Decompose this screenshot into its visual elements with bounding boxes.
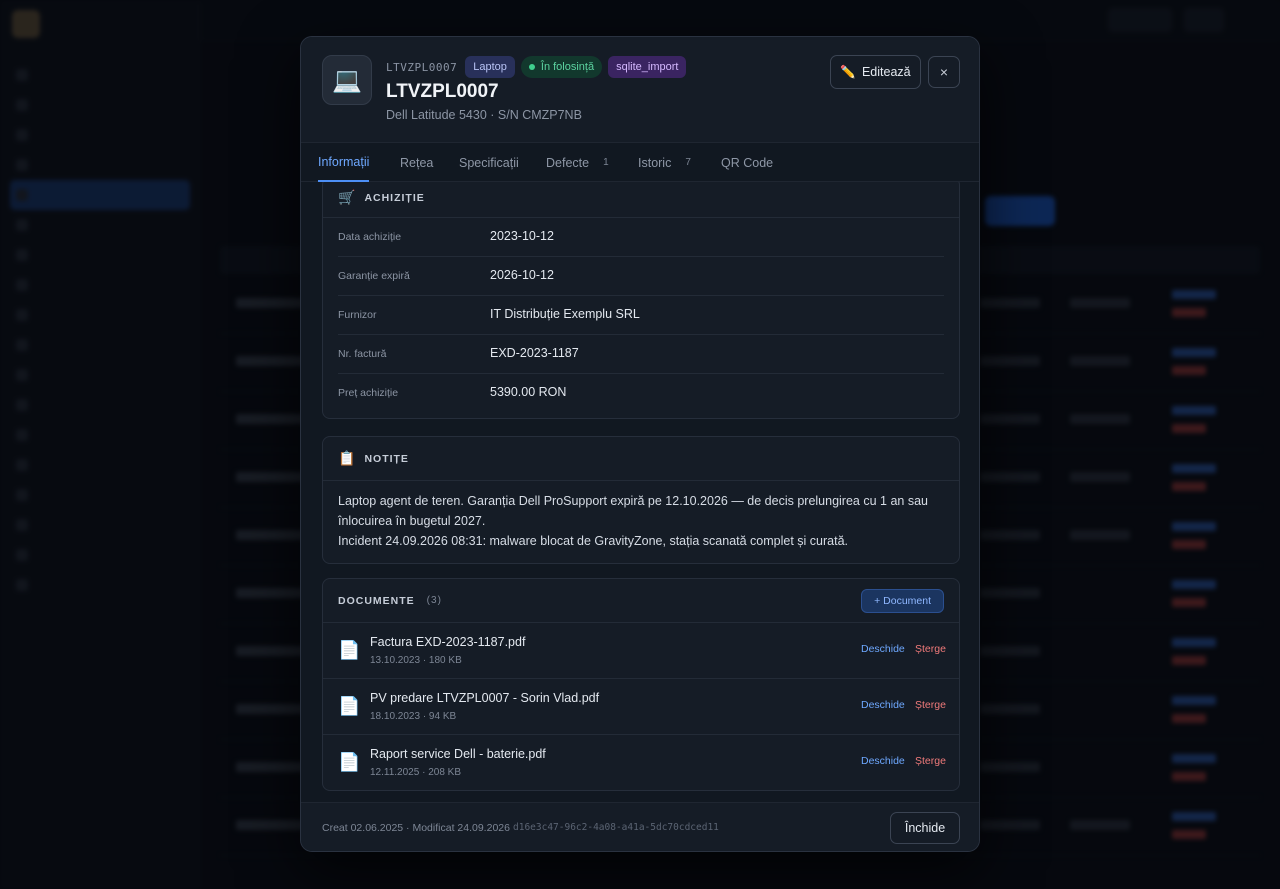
clipboard-icon: 📋 <box>338 450 357 466</box>
document-row: 📄 Raport service Dell - baterie.pdf 12.1… <box>323 735 959 790</box>
file-icon: 📄 <box>338 752 361 772</box>
kv-row: Furnizor IT Distribuție Exemplu SRL <box>338 296 944 335</box>
notes-body: Laptop agent de teren. Garanția Dell Pro… <box>323 481 959 563</box>
tab-retea[interactable]: Rețea <box>400 143 433 182</box>
cart-icon: 🛒 <box>338 189 357 205</box>
document-name: Factura EXD-2023-1187.pdf <box>370 635 526 649</box>
audit-meta: Creat 02.06.2025 · Modificat 24.09.2026 <box>322 822 510 834</box>
documents-card: DOCUMENTE (3) + Document 📄 Factura EXD-2… <box>322 578 960 791</box>
kv-value: 2023-10-12 <box>490 229 554 243</box>
status-badge-label: În folosință <box>540 61 595 73</box>
document-meta: 12.11.2025 · 208 KB <box>370 767 461 778</box>
kv-label: Nr. factură <box>338 348 387 360</box>
kv-row: Garanție expiră 2026-10-12 <box>338 257 944 296</box>
document-row: 📄 PV predare LTVZPL0007 - Sorin Vlad.pdf… <box>323 679 959 735</box>
tab-label: QR Code <box>721 155 774 170</box>
document-meta: 13.10.2023 · 180 KB <box>370 655 462 666</box>
document-name: PV predare LTVZPL0007 - Sorin Vlad.pdf <box>370 691 600 705</box>
open-document-link[interactable]: Deschide <box>861 699 905 711</box>
notes-line: Laptop agent de teren. Garanția Dell Pro… <box>338 494 928 528</box>
tab-specificatii[interactable]: Specificații <box>459 143 519 182</box>
modal-footer: Creat 02.06.2025 · Modificat 24.09.2026 … <box>301 802 979 851</box>
tab-label: Defecte <box>546 155 590 170</box>
tab-informatii[interactable]: Informații <box>318 143 370 182</box>
kv-value: 5390.00 RON <box>490 385 567 399</box>
header-meta-row: LTVZPL0007 Laptop În folosință sqlite_im… <box>386 56 687 78</box>
delete-document-link[interactable]: Șterge <box>915 643 946 655</box>
kv-value: EXD-2023-1187 <box>490 346 579 360</box>
tab-label: Istoric <box>638 155 672 170</box>
asset-subtitle: Dell Latitude 5430 · S/N CMZP7NB <box>386 108 582 122</box>
file-icon: 📄 <box>338 696 361 716</box>
documents-count: (3) <box>426 595 442 606</box>
tab-qr-code[interactable]: QR Code <box>721 143 773 182</box>
kv-value: IT Distribuție Exemplu SRL <box>490 307 640 321</box>
open-document-link[interactable]: Deschide <box>861 643 905 655</box>
document-name: Raport service Dell - baterie.pdf <box>370 747 546 761</box>
notes-line: Incident 24.09.2026 08:31: malware bloca… <box>338 534 849 548</box>
close-icon[interactable]: × <box>928 56 960 88</box>
close-modal-button[interactable]: Închide <box>890 812 960 844</box>
edit-button[interactable]: ✏️ Editează <box>830 55 921 89</box>
kv-value: 2026-10-12 <box>490 268 554 282</box>
delete-document-link[interactable]: Șterge <box>915 755 946 767</box>
laptop-icon: 💻 <box>322 55 372 105</box>
tab-count: 7 <box>685 157 691 168</box>
acquisition-title: ACHIZIȚIE <box>364 191 425 204</box>
kv-row: Preț achiziție 5390.00 RON <box>338 374 944 413</box>
asset-detail-modal: 💻 LTVZPL0007 Laptop În folosință sqlite_… <box>300 36 980 852</box>
documents-card-header: DOCUMENTE (3) + Document <box>323 579 959 623</box>
kv-label: Preț achiziție <box>338 387 399 399</box>
delete-document-link[interactable]: Șterge <box>915 699 946 711</box>
asset-code: LTVZPL0007 <box>386 60 458 74</box>
tab-label: Specificații <box>459 155 519 170</box>
asset-uuid: d16e3c47-96c2-4a08-a41a-5dc70cdced11 <box>513 822 719 833</box>
acquisition-card: 🛒 ACHIZIȚIE Data achiziție 2023-10-12 Ga… <box>322 182 960 419</box>
notes-card: 📋 NOTIȚE Laptop agent de teren. Garanția… <box>322 436 960 564</box>
documents-title: DOCUMENTE <box>338 594 415 607</box>
kv-row: Data achiziție 2023-10-12 <box>338 218 944 257</box>
tab-count: 1 <box>603 157 609 168</box>
pencil-icon: ✏️ <box>840 64 856 79</box>
kv-label: Garanție expiră <box>338 270 410 282</box>
tab-label: Informații <box>318 154 370 169</box>
kv-label: Furnizor <box>338 309 377 321</box>
tab-bar: Informații Rețea Specificații Defecte 1 … <box>301 142 979 182</box>
edit-button-label: Editează <box>861 65 911 79</box>
open-document-link[interactable]: Deschide <box>861 755 905 767</box>
file-icon: 📄 <box>338 640 361 660</box>
notes-title: NOTIȚE <box>364 452 409 465</box>
kv-row: Nr. factură EXD-2023-1187 <box>338 335 944 374</box>
status-dot-icon <box>528 64 535 70</box>
status-badge: În folosință <box>520 56 603 78</box>
source-badge: sqlite_import <box>608 56 687 78</box>
type-badge: Laptop <box>465 56 515 78</box>
tab-defecte[interactable]: Defecte 1 <box>546 143 609 182</box>
acquisition-card-header: 🛒 ACHIZIȚIE <box>323 182 959 218</box>
kv-label: Data achiziție <box>338 231 402 243</box>
asset-title: LTVZPL0007 <box>386 81 499 102</box>
modal-header: 💻 LTVZPL0007 Laptop În folosință sqlite_… <box>301 37 979 142</box>
tab-label: Rețea <box>400 155 434 170</box>
tab-content[interactable]: 🛒 ACHIZIȚIE Data achiziție 2023-10-12 Ga… <box>301 182 979 802</box>
document-row: 📄 Factura EXD-2023-1187.pdf 13.10.2023 ·… <box>323 623 959 679</box>
tab-istoric[interactable]: Istoric 7 <box>638 143 691 182</box>
document-meta: 18.10.2023 · 94 KB <box>370 711 457 722</box>
notes-card-header: 📋 NOTIȚE <box>323 437 959 481</box>
add-document-button[interactable]: + Document <box>861 588 944 613</box>
